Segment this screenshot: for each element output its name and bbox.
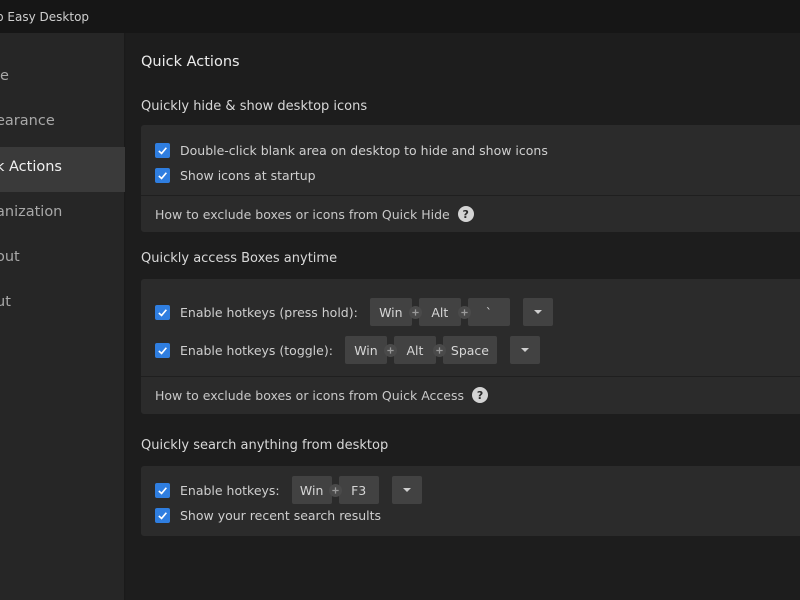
hotkey-key[interactable]: ` [467, 298, 510, 326]
plus-icon [383, 343, 397, 357]
divider [141, 195, 800, 196]
card-hide-show: Double-click blank area on desktop to hi… [141, 125, 800, 232]
sidebar-item-label: ut [0, 294, 11, 310]
hotkey-key[interactable]: Alt [393, 336, 436, 364]
main-panel: Quick Actions Quickly hide & show deskto… [126, 33, 800, 600]
show-startup-checkbox[interactable] [155, 167, 170, 183]
hotkey-key[interactable]: Win [291, 476, 332, 504]
sidebar-item-1[interactable]: le [0, 56, 125, 101]
check-icon [158, 171, 167, 180]
toggle-keys: Win Alt Space [344, 336, 540, 364]
sidebar-item-quick-actions[interactable]: k Actions [0, 147, 125, 192]
section-title-hide-show: Quickly hide & show desktop icons [141, 99, 368, 114]
sidebar-item-label: out [0, 249, 20, 265]
check-icon [158, 308, 167, 317]
chevron-down-icon [402, 488, 411, 492]
press-hold-label: Enable hotkeys (press hold): [180, 304, 358, 320]
check-icon [158, 511, 167, 520]
search-hotkeys-dropdown[interactable] [391, 476, 422, 504]
plus-icon [408, 305, 422, 319]
sidebar-item-appearance[interactable]: earance [0, 101, 125, 146]
window-title: p Easy Desktop [0, 10, 90, 24]
recent-search-setting[interactable]: Show your recent search results [155, 505, 381, 525]
check-icon [158, 346, 167, 355]
press-hold-checkbox[interactable] [155, 304, 170, 320]
search-hotkeys-keys: Win F3 [291, 476, 422, 504]
check-icon [158, 146, 167, 155]
sidebar-item-6[interactable]: ut [0, 282, 125, 327]
search-hotkeys-setting[interactable]: Enable hotkeys: Win F3 [155, 474, 422, 506]
double-click-setting[interactable]: Double-click blank area on desktop to hi… [155, 140, 548, 160]
hotkey-key[interactable]: Win [344, 336, 387, 364]
press-hold-keys: Win Alt ` [369, 298, 553, 326]
sidebar-item-label: earance [0, 113, 55, 129]
sidebar-item-label: le [0, 68, 9, 84]
check-icon [158, 486, 167, 495]
help-icon[interactable]: ? [472, 387, 489, 403]
search-hotkeys-label: Enable hotkeys: [180, 482, 280, 498]
quick-hide-help-row[interactable]: How to exclude boxes or icons from Quick… [155, 206, 474, 222]
plus-icon [432, 343, 446, 357]
double-click-checkbox[interactable] [155, 142, 170, 158]
hotkey-key[interactable]: Space [442, 336, 497, 364]
toggle-setting[interactable]: Enable hotkeys (toggle): Win Alt Space [155, 334, 540, 366]
show-startup-setting[interactable]: Show icons at startup [155, 165, 316, 185]
quick-hide-help-link[interactable]: How to exclude boxes or icons from Quick… [155, 207, 450, 222]
toggle-dropdown[interactable] [509, 336, 540, 364]
sidebar-item-organization[interactable]: anization [0, 192, 125, 237]
title-bar: p Easy Desktop [0, 0, 800, 33]
toggle-label: Enable hotkeys (toggle): [180, 342, 333, 358]
help-icon[interactable]: ? [457, 206, 474, 222]
press-hold-dropdown[interactable] [522, 298, 553, 326]
hotkey-key[interactable]: Alt [418, 298, 461, 326]
plus-icon [328, 483, 342, 497]
hotkey-key[interactable]: Win [369, 298, 412, 326]
double-click-label: Double-click blank area on desktop to hi… [180, 142, 548, 158]
sidebar: le earance k Actions anization out ut [0, 33, 125, 600]
toggle-checkbox[interactable] [155, 342, 170, 358]
recent-search-checkbox[interactable] [155, 507, 170, 523]
chevron-down-icon [520, 348, 529, 352]
divider [141, 376, 800, 377]
page-title: Quick Actions [141, 54, 240, 70]
sidebar-item-5[interactable]: out [0, 237, 125, 282]
press-hold-setting[interactable]: Enable hotkeys (press hold): Win Alt ` [155, 296, 553, 328]
quick-access-help-link[interactable]: How to exclude boxes or icons from Quick… [155, 388, 464, 403]
show-startup-label: Show icons at startup [180, 167, 316, 183]
hotkey-key[interactable]: F3 [338, 476, 379, 504]
section-title-search: Quickly search anything from desktop [141, 438, 389, 453]
recent-search-label: Show your recent search results [180, 507, 382, 523]
card-access: Enable hotkeys (press hold): Win Alt ` E… [141, 279, 800, 414]
section-title-access: Quickly access Boxes anytime [141, 251, 338, 266]
search-hotkeys-checkbox[interactable] [155, 482, 170, 498]
chevron-down-icon [533, 310, 542, 314]
sidebar-item-label: k Actions [0, 159, 62, 175]
plus-icon [457, 305, 471, 319]
sidebar-item-label: anization [0, 204, 63, 220]
quick-access-help-row[interactable]: How to exclude boxes or icons from Quick… [155, 387, 489, 403]
card-search: Enable hotkeys: Win F3 Show your recent … [141, 466, 800, 536]
